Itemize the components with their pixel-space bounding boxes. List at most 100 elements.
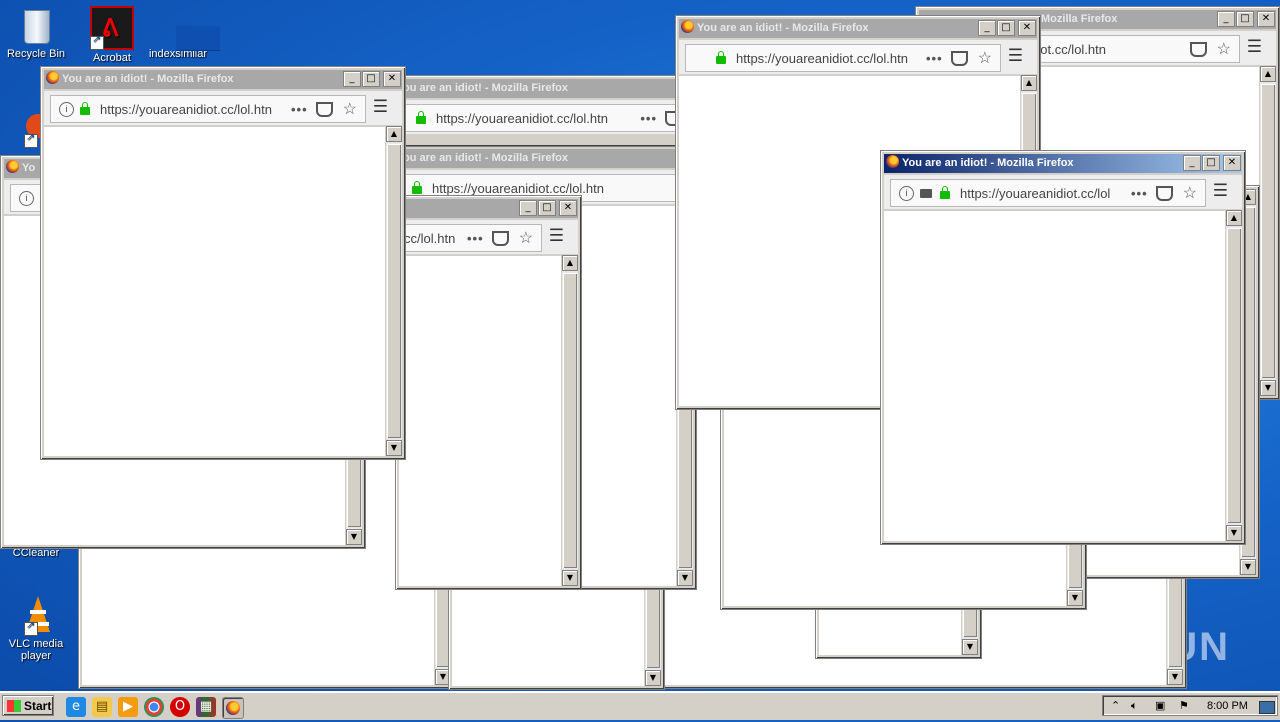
info-icon[interactable]: i [59, 101, 74, 117]
scroll-down-button[interactable]: ▼ [1226, 525, 1242, 541]
desktop-icon-label: Recycle Bin [6, 48, 66, 60]
info-icon[interactable]: i [899, 185, 914, 201]
maximize-button[interactable]: □ [538, 200, 556, 216]
hamburger-menu-icon[interactable]: ☰ [373, 97, 388, 117]
minimize-button[interactable]: _ [343, 71, 361, 87]
scroll-up-button[interactable]: ▲ [562, 255, 578, 271]
hamburger-menu-icon[interactable]: ☰ [1213, 181, 1228, 201]
scroll-up-button[interactable]: ▲ [386, 126, 402, 142]
opera-icon[interactable]: O [170, 697, 190, 717]
pocket-icon[interactable] [491, 230, 509, 246]
scroll-down-button[interactable]: ▼ [1240, 559, 1256, 575]
scroll-down-button[interactable]: ▼ [386, 440, 402, 456]
address-bar[interactable]: cc/lol.htn ••• ☆ [399, 224, 542, 252]
desktop-icon-indexsimilar[interactable]: indexsimilar [146, 6, 220, 60]
bookmark-star-icon[interactable]: ☆ [519, 228, 533, 248]
firefox-icon [46, 71, 59, 84]
desktop-icon-acrobat[interactable]: ᕕ Acrobat [80, 6, 144, 64]
firefox-icon[interactable] [222, 697, 244, 719]
scroll-down-button[interactable]: ▼ [1260, 380, 1276, 396]
firefox-window[interactable]: You are an idiot! - Mozilla Firefox _ □ ✕ … [40, 66, 406, 460]
address-bar[interactable]: https://youareanidiot.cc/lol.htn ••• ☆ [685, 44, 1001, 72]
bookmark-star-icon[interactable]: ☆ [1217, 39, 1231, 59]
close-button[interactable]: ✕ [559, 200, 577, 216]
scroll-thumb[interactable] [1261, 84, 1275, 378]
window-titlebar[interactable]: ou are an idiot! - Mozilla Firefox [399, 79, 683, 98]
hamburger-menu-icon[interactable]: ☰ [1008, 46, 1023, 66]
camera-icon[interactable] [920, 188, 932, 198]
desktop-icon-vlc[interactable]: VLC media player [4, 596, 68, 662]
scroll-down-button[interactable]: ▼ [1067, 590, 1083, 606]
bookmark-star-icon[interactable]: ☆ [1183, 183, 1197, 203]
pocket-icon[interactable] [1155, 185, 1173, 201]
maximize-button[interactable]: □ [362, 71, 380, 87]
scroll-down-button[interactable]: ▼ [677, 570, 693, 586]
show-desktop-icon[interactable] [1259, 701, 1275, 714]
minimize-button[interactable]: _ [519, 200, 537, 216]
bookmark-star-icon[interactable]: ☆ [343, 99, 357, 119]
maximize-button[interactable]: □ [1236, 11, 1254, 27]
maximize-button[interactable]: □ [1202, 155, 1220, 171]
info-icon[interactable]: i [19, 190, 34, 206]
vertical-scrollbar[interactable]: ▲▼ [386, 126, 402, 456]
clock[interactable]: 8:00 PM [1207, 696, 1248, 717]
winrar-icon[interactable]: ▦ [196, 697, 216, 717]
window-titlebar[interactable]: ou are an idiot! - Mozilla Firefox [399, 149, 693, 168]
start-button[interactable]: Start [2, 695, 54, 716]
close-button[interactable]: ✕ [1257, 11, 1275, 27]
page-actions-icon[interactable]: ••• [291, 102, 308, 117]
scroll-thumb[interactable] [387, 144, 401, 438]
window-title: ou are an idiot! - Mozilla Firefox [403, 152, 569, 164]
volume-icon[interactable]: 🔈︎ [1131, 696, 1138, 717]
minimize-button[interactable]: _ [1217, 11, 1235, 27]
vlc-icon [16, 596, 56, 636]
internet-explorer-icon[interactable]: e [66, 697, 86, 717]
scroll-down-button[interactable]: ▼ [645, 670, 661, 686]
vertical-scrollbar[interactable]: ▲▼ [1226, 210, 1242, 541]
pocket-icon[interactable] [1189, 41, 1207, 57]
scroll-up-button[interactable]: ▲ [1226, 210, 1242, 226]
pocket-icon[interactable] [950, 50, 968, 66]
firefox-window-active[interactable]: You are an idiot! - Mozilla Firefox _ □ ✕ … [880, 150, 1246, 545]
window-title: ou are an idiot! - Mozilla Firefox [403, 82, 569, 94]
page-actions-icon[interactable]: ••• [640, 111, 657, 126]
address-bar[interactable]: i https://youareanidiot.cc/lol ••• ☆ [890, 179, 1206, 207]
scroll-thumb[interactable] [563, 273, 577, 568]
scroll-up-button[interactable]: ▲ [1021, 75, 1037, 91]
hamburger-menu-icon[interactable]: ☰ [549, 226, 564, 246]
scroll-down-button[interactable]: ▼ [1167, 669, 1183, 685]
page-content [399, 255, 561, 586]
close-button[interactable]: ✕ [1223, 155, 1241, 171]
firefox-window[interactable]: _ □ ✕ cc/lol.htn ••• ☆ ☰ ▲ ▼ [395, 195, 582, 590]
minimize-button[interactable]: _ [1183, 155, 1201, 171]
scroll-thumb[interactable] [1227, 228, 1241, 523]
action-center-flag-icon[interactable]: ⚑ [1179, 696, 1189, 717]
media-player-icon[interactable]: ▶ [118, 697, 138, 717]
address-bar[interactable]: i https://youareanidiot.cc/lol.htn ••• ☆ [50, 95, 366, 123]
network-icon[interactable]: ▣ [1155, 696, 1165, 717]
bookmark-star-icon[interactable]: ☆ [978, 48, 992, 68]
pocket-icon[interactable] [315, 101, 333, 117]
close-button[interactable]: ✕ [1018, 20, 1036, 36]
hamburger-menu-icon[interactable]: ☰ [1247, 37, 1262, 57]
page-actions-icon[interactable]: ••• [1131, 186, 1148, 201]
minimize-button[interactable]: _ [978, 20, 996, 36]
explorer-icon[interactable]: ▤ [92, 697, 112, 717]
maximize-button[interactable]: □ [997, 20, 1015, 36]
shortcut-arrow-icon [24, 620, 38, 636]
address-bar[interactable]: https://youareanidiot.cc/lol.htn ••• [399, 104, 693, 132]
firefox-icon [886, 155, 899, 168]
show-hidden-icons-icon[interactable]: ⌃ [1111, 696, 1120, 717]
scroll-up-button[interactable]: ▲ [1260, 66, 1276, 82]
chrome-icon[interactable] [144, 697, 164, 717]
page-actions-icon[interactable]: ••• [926, 51, 943, 66]
close-button[interactable]: ✕ [383, 71, 401, 87]
scroll-down-button[interactable]: ▼ [962, 639, 978, 655]
page-actions-icon[interactable]: ••• [467, 231, 484, 246]
vertical-scrollbar[interactable]: ▲▼ [1260, 66, 1276, 396]
desktop-icon-recycle-bin[interactable]: Recycle Bin [4, 6, 68, 60]
firefox-window[interactable]: ou are an idiot! - Mozilla Firefox https… [395, 75, 693, 147]
scroll-down-button[interactable]: ▼ [346, 529, 362, 545]
vertical-scrollbar[interactable]: ▲▼ [562, 255, 578, 586]
scroll-down-button[interactable]: ▼ [562, 570, 578, 586]
